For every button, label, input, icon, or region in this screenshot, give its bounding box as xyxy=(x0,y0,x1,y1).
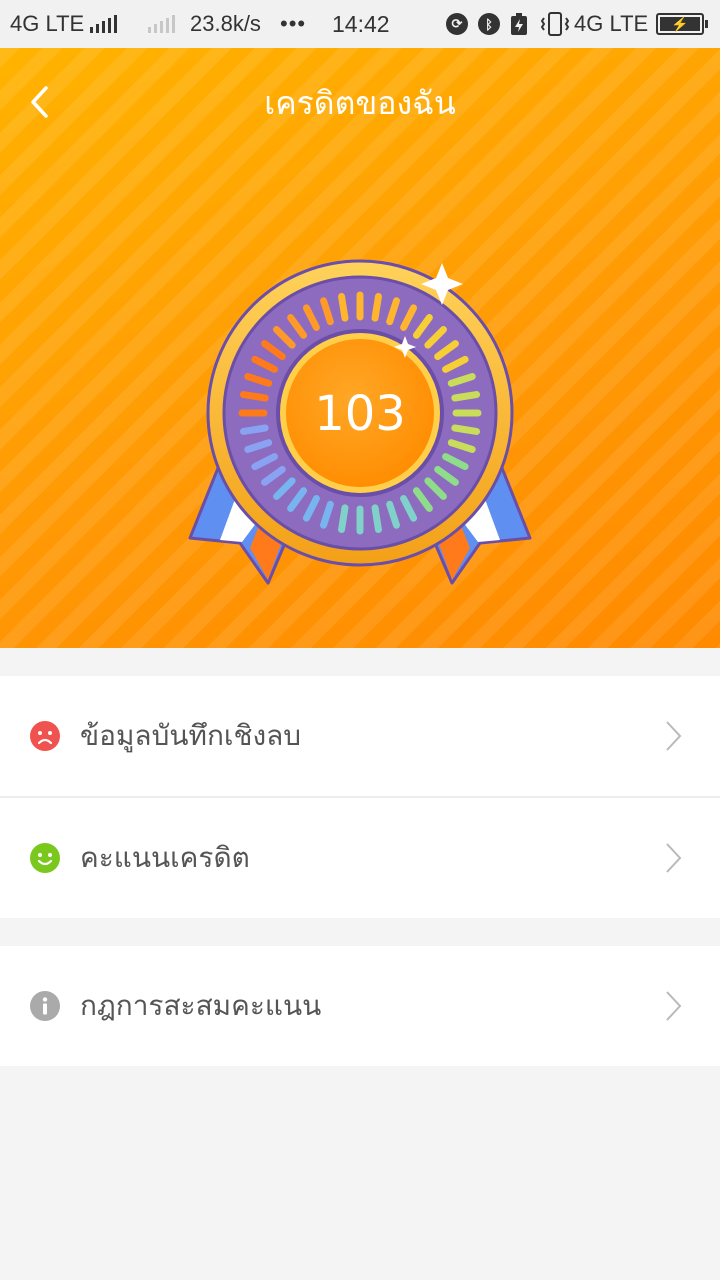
battery-saver-icon xyxy=(510,0,528,48)
network-label-left: 4G LTE xyxy=(10,11,85,36)
dial-tick xyxy=(371,504,382,534)
signal-weak-icon xyxy=(148,15,175,33)
more-notifications-icon: ••• xyxy=(280,11,307,36)
menu-item-credit-score[interactable]: คะแนนเครดิต xyxy=(0,796,720,918)
battery-icon: ⚡ xyxy=(656,0,708,48)
network-indicator-left: 4G LTE xyxy=(10,0,118,48)
chevron-right-icon xyxy=(666,843,682,873)
dial-tick xyxy=(239,391,269,402)
menu-label-credit-score: คะแนนเครดิต xyxy=(80,841,250,874)
vibrate-icon xyxy=(540,0,570,48)
page-title: เครดิตของฉัน xyxy=(264,84,456,122)
rotation-lock-icon: ⟳ xyxy=(446,0,468,48)
credit-score-value: 103 xyxy=(314,386,406,442)
dial-tick xyxy=(338,292,349,322)
sad-face-icon xyxy=(30,721,60,751)
signal-secondary xyxy=(142,0,175,48)
network-label-right: 4G LTE xyxy=(574,11,649,36)
dial-tick xyxy=(371,292,382,322)
network-speed: 23.8k/s xyxy=(190,11,261,36)
bluetooth-icon: ᛒ xyxy=(478,0,500,48)
rules-menu-group: กฎการสะสมคะแนน xyxy=(0,946,720,1066)
happy-face-icon xyxy=(30,843,60,873)
chevron-right-icon xyxy=(666,991,682,1021)
credit-header: เครดิตของฉัน 103 xyxy=(0,48,720,648)
dial-tick xyxy=(338,504,349,534)
info-icon xyxy=(30,991,60,1021)
clock: 14:42 xyxy=(332,10,390,37)
dial-tick xyxy=(239,424,269,435)
chevron-right-icon xyxy=(666,721,682,751)
credit-menu-group: ข้อมูลบันทึกเชิงลบ คะแนนเครดิต xyxy=(0,676,720,918)
menu-label-negative-records: ข้อมูลบันทึกเชิงลบ xyxy=(80,719,302,752)
dial-tick xyxy=(451,391,481,402)
menu-item-points-rules[interactable]: กฎการสะสมคะแนน xyxy=(0,946,720,1066)
dial-tick xyxy=(451,424,481,435)
menu-label-points-rules: กฎการสะสมคะแนน xyxy=(80,989,322,1022)
credit-medal: 103 xyxy=(188,259,532,585)
menu-item-negative-records[interactable]: ข้อมูลบันทึกเชิงลบ xyxy=(0,676,720,796)
status-bar: 4G LTE 23.8k/s ••• 14:42 ⟳ ᛒ 4G LTE ⚡ xyxy=(0,0,720,48)
signal-icon xyxy=(90,15,118,33)
